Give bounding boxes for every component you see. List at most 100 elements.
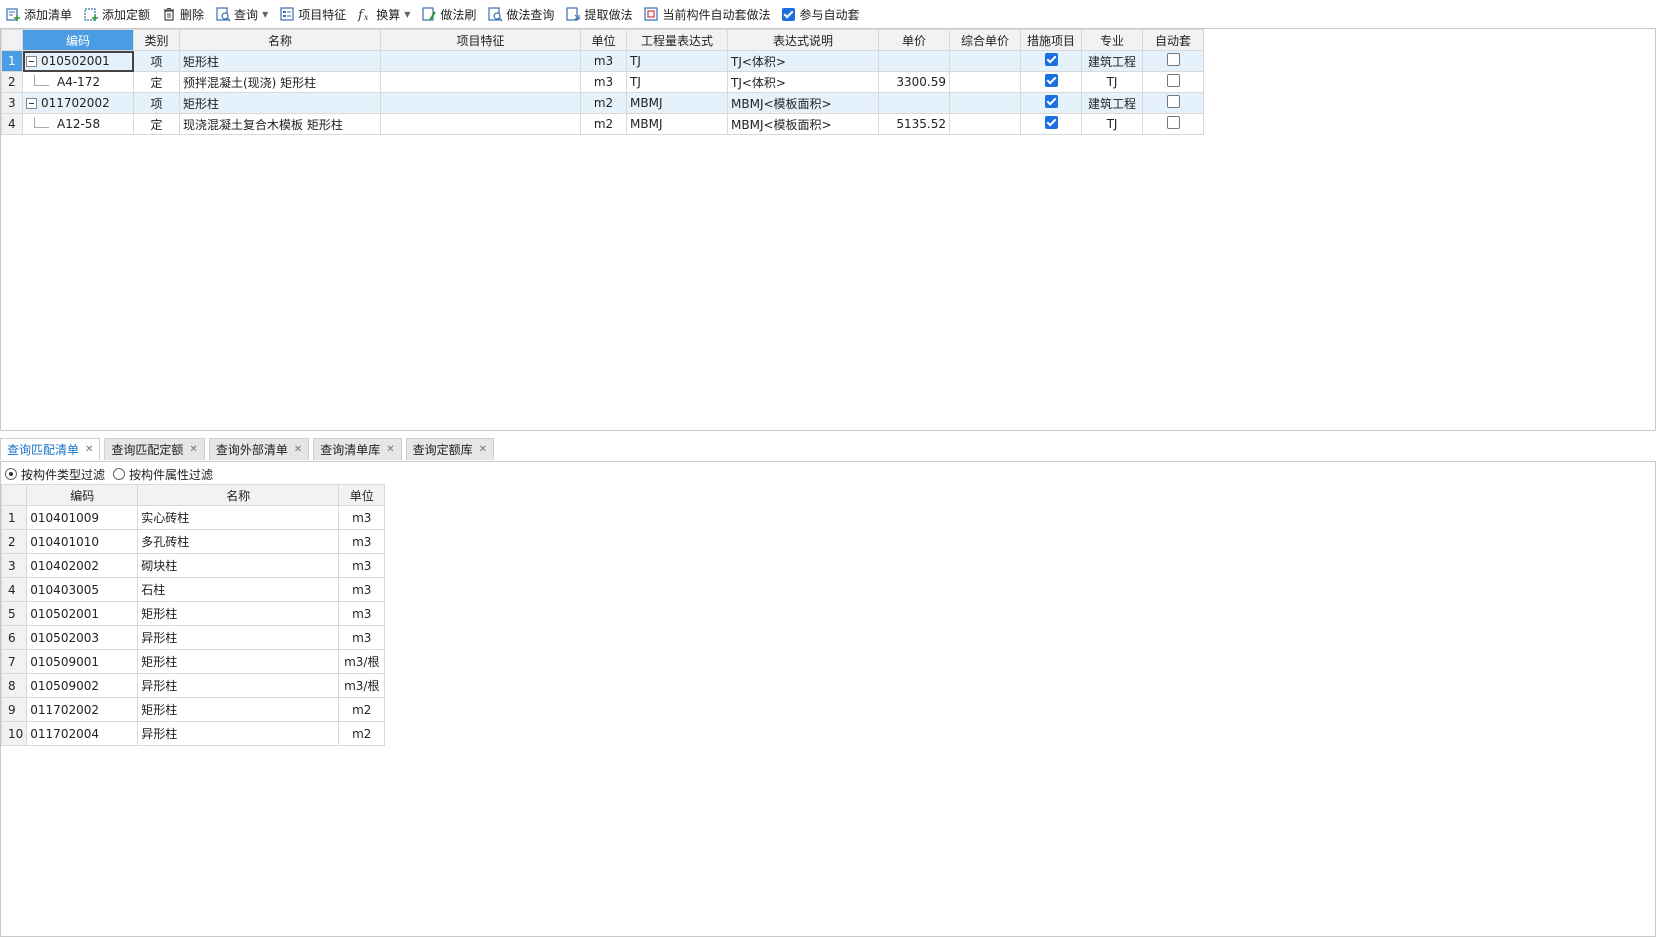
name-cell[interactable]: 现浇混凝土复合木模板 矩形柱 [179, 113, 381, 135]
tab-list-library[interactable]: 查询清单库 ✕ [313, 438, 402, 460]
unit-cell[interactable]: m3 [338, 601, 386, 626]
table-row[interactable]: 8 010509002 异形柱 m3/根 [0, 673, 386, 698]
price-cell[interactable]: 3300.59 [878, 71, 950, 93]
total-price-cell[interactable] [949, 71, 1021, 93]
type-cell[interactable]: 定 [133, 71, 180, 93]
table-row[interactable]: 10 011702004 异形柱 m2 [0, 721, 386, 746]
filter-by-type-radio[interactable]: 按构件类型过滤 [5, 466, 105, 483]
col-header-type[interactable]: 类别 [133, 29, 180, 51]
code-cell[interactable]: 010403005 [26, 577, 139, 602]
unit-cell[interactable]: m3 [338, 553, 386, 578]
auto-cell[interactable] [1142, 71, 1204, 93]
col-header-code[interactable]: 编码 [22, 29, 134, 51]
row-number[interactable]: 2 [1, 71, 23, 93]
row-number[interactable]: 9 [0, 697, 28, 722]
auto-apply-button[interactable]: 当前构件自动套做法 [638, 3, 776, 25]
row-number[interactable]: 1 [1, 50, 23, 72]
row-number[interactable]: 8 [0, 673, 28, 698]
major-cell[interactable]: 建筑工程 [1081, 92, 1143, 114]
total-price-cell[interactable] [949, 92, 1021, 114]
collapse-toggle-icon[interactable] [26, 56, 37, 67]
unit-cell[interactable]: m3/根 [338, 649, 386, 674]
tab-match-quota[interactable]: 查询匹配定额 ✕ [104, 438, 205, 460]
unit-cell[interactable]: m3 [580, 50, 627, 72]
price-cell[interactable] [878, 50, 950, 72]
measure-checkbox[interactable] [1044, 53, 1058, 66]
name-cell[interactable]: 预拌混凝土(现浇) 矩形柱 [179, 71, 381, 93]
close-icon[interactable]: ✕ [189, 444, 197, 455]
major-cell[interactable]: TJ [1081, 113, 1143, 135]
tab-match-list[interactable]: 查询匹配清单 ✕ [0, 438, 101, 460]
unit-cell[interactable]: m3 [338, 625, 386, 650]
code-cell[interactable]: 010401009 [26, 505, 139, 530]
table-row[interactable]: 7 010509001 矩形柱 m3/根 [0, 649, 386, 674]
name-cell[interactable]: 石柱 [137, 577, 340, 602]
type-cell[interactable]: 项 [133, 92, 180, 114]
name-cell[interactable]: 异形柱 [137, 673, 340, 698]
extract-method-button[interactable]: 提取做法 [560, 3, 638, 25]
add-quota-button[interactable]: 添加定额 [78, 3, 156, 25]
convert-button[interactable]: fx 换算 ▼ [352, 3, 416, 25]
price-cell[interactable]: 5135.52 [878, 113, 950, 135]
major-cell[interactable]: 建筑工程 [1081, 50, 1143, 72]
expression-cell[interactable]: TJ [626, 50, 728, 72]
auto-checkbox[interactable] [1166, 116, 1180, 129]
total-price-cell[interactable] [949, 50, 1021, 72]
code-cell[interactable]: 010401010 [26, 529, 139, 554]
delete-button[interactable]: 删除 [156, 3, 210, 25]
col-header-name[interactable]: 名称 [179, 29, 381, 51]
expression-cell[interactable]: MBMJ [626, 113, 728, 135]
col-header-auto[interactable]: 自动套 [1142, 29, 1204, 51]
col-header-code[interactable]: 编码 [26, 484, 139, 506]
price-cell[interactable] [878, 92, 950, 114]
name-cell[interactable]: 异形柱 [137, 721, 340, 746]
code-cell[interactable]: 010509002 [26, 673, 139, 698]
add-list-button[interactable]: 添加清单 [0, 3, 78, 25]
code-cell[interactable]: 010502003 [26, 625, 139, 650]
tab-quota-library[interactable]: 查询定额库 ✕ [405, 438, 495, 460]
unit-cell[interactable]: m2 [338, 697, 386, 722]
measure-cell[interactable] [1020, 50, 1082, 72]
auto-cell[interactable] [1142, 92, 1204, 114]
corner-header[interactable] [1, 29, 23, 51]
collapse-toggle-icon[interactable] [26, 98, 37, 109]
row-number[interactable]: 4 [1, 113, 23, 135]
table-row[interactable]: 3 010402002 砌块柱 m3 [0, 553, 386, 578]
code-cell[interactable]: 011702002 [22, 92, 134, 114]
expression-desc-cell[interactable]: MBMJ<模板面积> [727, 113, 879, 135]
name-cell[interactable]: 矩形柱 [179, 92, 381, 114]
table-row[interactable]: 5 010502001 矩形柱 m3 [0, 601, 386, 626]
code-cell[interactable]: 011702002 [26, 697, 139, 722]
table-row[interactable]: 2 A4-172 定 预拌混凝土(现浇) 矩形柱 m3 TJ TJ<体积> 33… [1, 71, 1204, 93]
table-row[interactable]: 4 010403005 石柱 m3 [0, 577, 386, 602]
code-cell[interactable]: A4-172 [22, 71, 134, 93]
name-cell[interactable]: 矩形柱 [137, 697, 340, 722]
col-header-unit[interactable]: 单位 [338, 484, 386, 506]
measure-checkbox[interactable] [1044, 74, 1058, 87]
col-header-major[interactable]: 专业 [1081, 29, 1143, 51]
row-number[interactable]: 2 [0, 529, 28, 554]
table-row[interactable]: 4 A12-58 定 现浇混凝土复合木模板 矩形柱 m2 MBMJ MBMJ<模… [1, 113, 1204, 135]
unit-cell[interactable]: m3 [338, 577, 386, 602]
auto-checkbox[interactable] [1166, 95, 1180, 108]
measure-checkbox[interactable] [1044, 116, 1058, 129]
major-cell[interactable]: TJ [1081, 71, 1143, 93]
unit-cell[interactable]: m2 [338, 721, 386, 746]
filter-by-attribute-radio[interactable]: 按构件属性过滤 [113, 466, 213, 483]
unit-cell[interactable]: m3 [580, 71, 627, 93]
expression-desc-cell[interactable]: TJ<体积> [727, 71, 879, 93]
col-header-total-price[interactable]: 综合单价 [949, 29, 1021, 51]
expression-cell[interactable]: TJ [626, 71, 728, 93]
measure-cell[interactable] [1020, 113, 1082, 135]
table-row[interactable]: 6 010502003 异形柱 m3 [0, 625, 386, 650]
row-number[interactable]: 3 [1, 92, 23, 114]
name-cell[interactable]: 矩形柱 [179, 50, 381, 72]
close-icon[interactable]: ✕ [386, 444, 394, 455]
name-cell[interactable]: 实心砖柱 [137, 505, 340, 530]
col-header-name[interactable]: 名称 [137, 484, 340, 506]
expression-desc-cell[interactable]: TJ<体积> [727, 50, 879, 72]
measure-cell[interactable] [1020, 71, 1082, 93]
row-number[interactable]: 5 [0, 601, 28, 626]
col-header-price[interactable]: 单价 [878, 29, 950, 51]
unit-cell[interactable]: m2 [580, 92, 627, 114]
